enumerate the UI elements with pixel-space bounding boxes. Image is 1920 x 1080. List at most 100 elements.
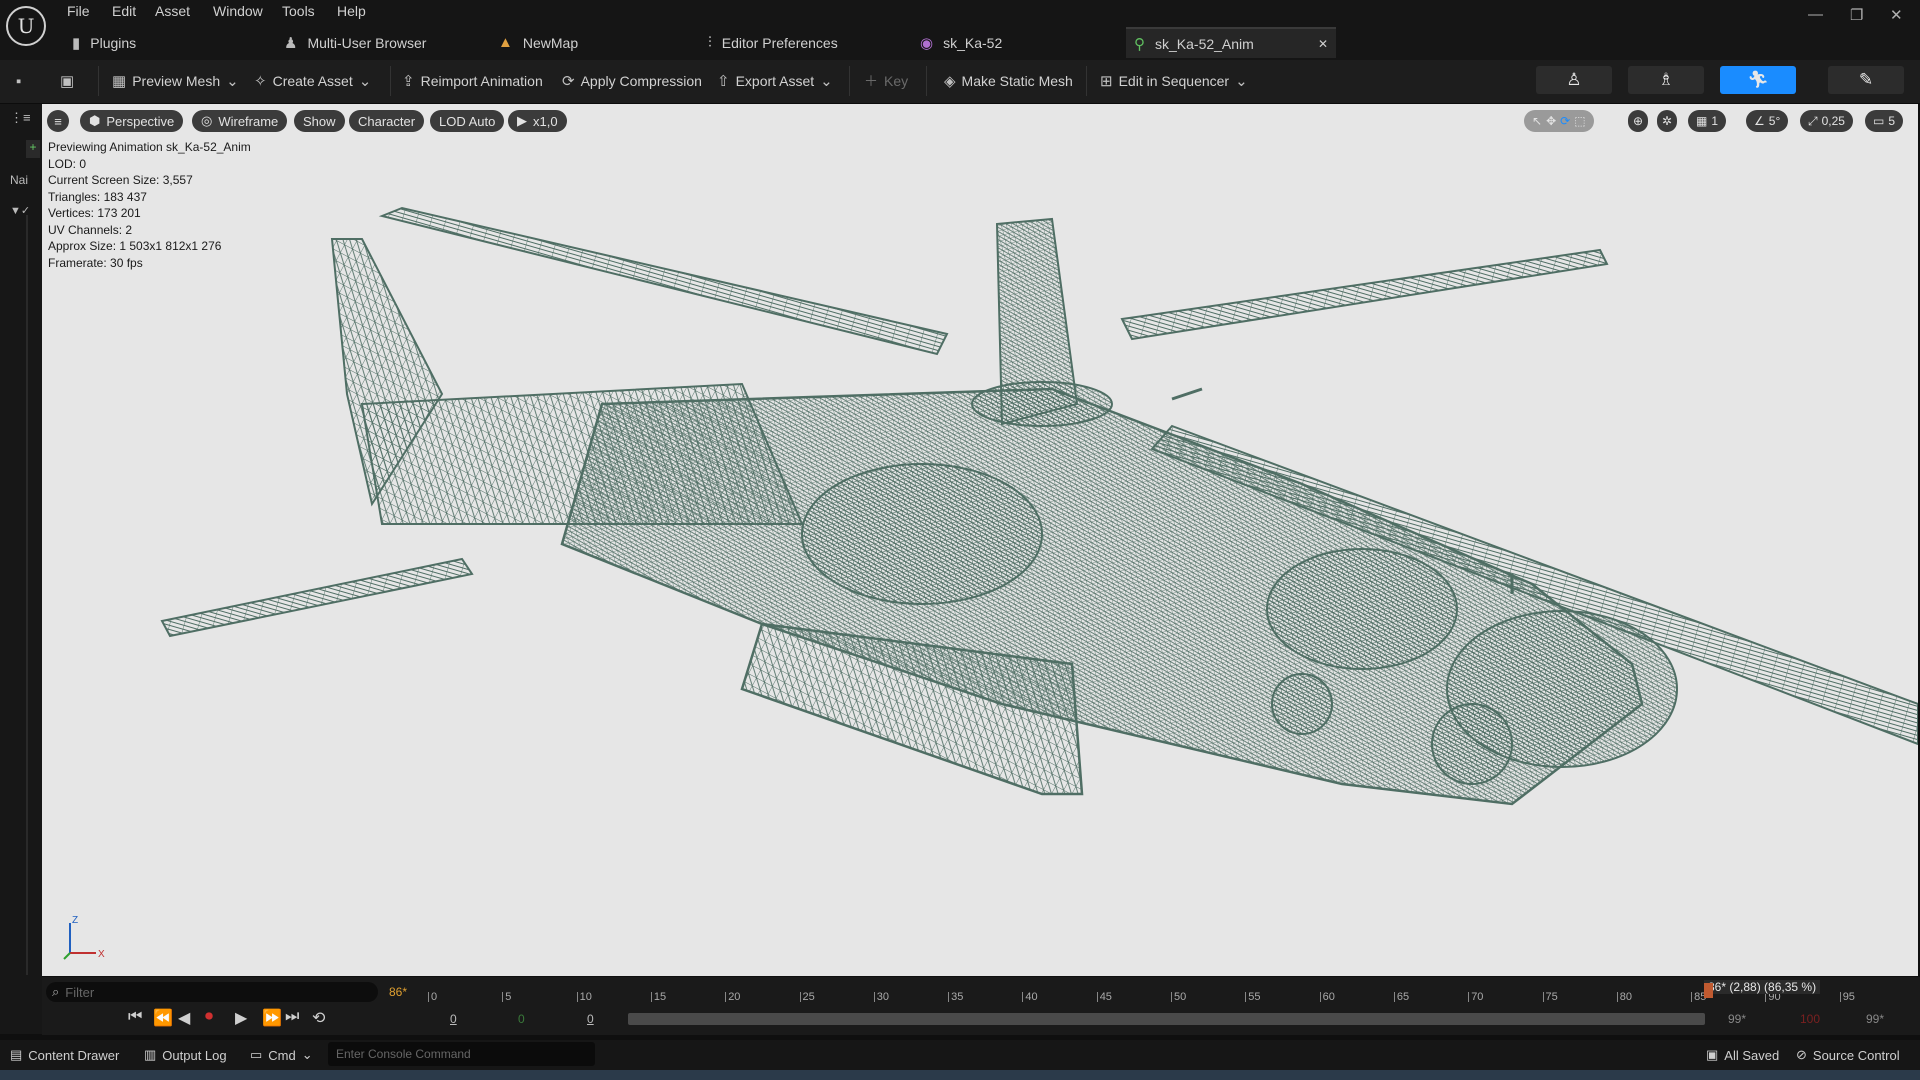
end-frame-field[interactable]: 99* [1728, 1012, 1746, 1026]
playrate-button[interactable]: ▶ x1,0 [508, 110, 567, 132]
add-icon[interactable]: + [26, 140, 40, 158]
restore-icon[interactable]: ❐ [1850, 6, 1863, 24]
menu-asset[interactable]: Asset [155, 3, 190, 19]
scale-snap-control[interactable]: ⤢ 0,25 [1800, 110, 1853, 132]
camera-speed-value: 5 [1888, 114, 1896, 128]
apply-compression-button[interactable]: ⟳ Apply Compression [562, 70, 702, 92]
menu-file[interactable]: File [67, 3, 90, 19]
filter-input[interactable]: ⌕ Filter [46, 982, 378, 1002]
rotate-icon[interactable]: ⟳ [1560, 114, 1570, 128]
chevron-down-icon: ⌄ [820, 73, 833, 90]
menu-help[interactable]: Help [337, 3, 366, 19]
timeline-tick-label: 0 [431, 991, 438, 1003]
blueprint-mode-button[interactable]: ✎ [1828, 66, 1904, 94]
tab-newmap[interactable]: ▲ NewMap [498, 27, 578, 58]
stat-line: Triangles: 183 437 [48, 190, 147, 204]
cmd-label: Cmd [268, 1047, 296, 1063]
export-asset-button[interactable]: ⇧ Export Asset ⌄ [717, 70, 833, 92]
cmd-dropdown[interactable]: ▭ Cmd ⌄ [250, 1047, 313, 1063]
playhead-marker[interactable] [1704, 983, 1713, 998]
move-icon[interactable]: ✥ [1546, 114, 1556, 128]
skeleton-mode-button[interactable]: ♙ [1536, 66, 1612, 94]
skip-to-start-icon[interactable]: ⏮ [128, 1008, 142, 1026]
step-back-icon[interactable]: ⏪ [153, 1008, 173, 1028]
preview-viewport[interactable] [42, 104, 1918, 976]
chevron-down-icon: ⌄ [301, 1047, 313, 1062]
tab-sk-ka-52[interactable]: ◉ sk_Ka-52 [920, 27, 1002, 58]
mesh-mode-button[interactable]: ♗ [1628, 66, 1704, 94]
tab-multi-user-browser[interactable]: ♟ Multi-User Browser [284, 27, 426, 58]
save-icon[interactable]: ▪ [16, 70, 21, 92]
viewport-menu-icon[interactable]: ≡ [47, 110, 69, 132]
menu-tools[interactable]: Tools [282, 3, 315, 19]
terminal-icon: ▭ [250, 1047, 263, 1062]
animation-mode-button[interactable]: 🏃︎ [1720, 66, 1796, 94]
loop-icon[interactable]: ⟲ [312, 1008, 325, 1028]
select-icon[interactable]: ↖ [1532, 114, 1542, 128]
scale-icon[interactable]: ⬚ [1574, 114, 1585, 128]
show-button[interactable]: Show [294, 110, 345, 132]
lod-button[interactable]: LOD Auto [430, 110, 505, 132]
timeline-tick-label: 75 [1545, 991, 1558, 1003]
transform-tools-group[interactable]: ↖ ✥ ⟳ ⬚ [1524, 110, 1594, 132]
step-forward-icon[interactable]: ⏩ [262, 1008, 282, 1028]
range-mid-field[interactable]: 0 [518, 1012, 525, 1026]
view-end-field[interactable]: 99* [1866, 1012, 1884, 1026]
record-icon[interactable]: ⏺ [205, 1008, 213, 1026]
playrate-label: x1,0 [533, 113, 558, 129]
stat-line: Framerate: 30 fps [48, 256, 143, 270]
content-drawer-button[interactable]: ▤ Content Drawer [10, 1047, 119, 1063]
camera-speed-control[interactable]: ▭ 5 [1865, 110, 1904, 132]
timeline-tick-mark [1022, 992, 1024, 1002]
tab-label: sk_Ka-52_Anim [1155, 35, 1254, 52]
create-asset-button[interactable]: ✧ Create Asset ⌄ [254, 70, 371, 92]
toolbar-divider [849, 66, 850, 96]
tab-label: Editor Preferences [721, 34, 838, 51]
console-input[interactable]: Enter Console Command [328, 1042, 595, 1066]
surface-snap-icon[interactable]: ✲ [1657, 110, 1678, 132]
skip-to-end-icon[interactable]: ⏭ [285, 1008, 299, 1026]
world-local-icon[interactable]: ⊕ [1628, 110, 1649, 132]
tab-editor-preferences[interactable]: ⫶ Editor Preferences [708, 27, 838, 58]
timeline-scrollbar[interactable] [628, 1013, 1705, 1025]
close-tab-icon[interactable]: ✕ [1318, 37, 1328, 51]
play-reverse-icon[interactable]: ◀ [178, 1008, 190, 1028]
browse-icon[interactable]: ▣ [60, 70, 74, 92]
output-log-button[interactable]: ▥ Output Log [144, 1047, 227, 1063]
play-icon[interactable]: ▶ [235, 1008, 247, 1028]
range-end-field[interactable]: 0 [587, 1012, 594, 1026]
reimport-icon: ⇪ [402, 73, 415, 90]
character-button[interactable]: Character [349, 110, 425, 132]
key-button[interactable]: ＋ Key [864, 70, 908, 92]
all-saved-button[interactable]: ▣ All Saved [1706, 1047, 1779, 1063]
timeline-tick-label: 20 [728, 991, 741, 1003]
all-saved-label: All Saved [1724, 1047, 1780, 1063]
menu-edit[interactable]: Edit [112, 3, 136, 19]
timeline-tick-mark [428, 992, 429, 1002]
tab-sk-ka-52-anim[interactable]: ⚲ sk_Ka-52_Anim ✕ [1126, 27, 1336, 58]
minimize-icon[interactable]: — [1808, 6, 1823, 23]
timeline-tick-mark [1319, 992, 1321, 1002]
rotation-snap-control[interactable]: ∠ 5° [1746, 110, 1789, 132]
filter-placeholder: Filter [65, 984, 95, 1000]
camera-icon: ▭ [1873, 114, 1885, 128]
unreal-logo-icon[interactable]: U [6, 6, 46, 46]
range-start-field[interactable]: 0 [450, 1012, 457, 1026]
source-control-button[interactable]: ⊘ Source Control [1796, 1047, 1900, 1063]
menu-window[interactable]: Window [213, 3, 263, 19]
timeline-tick-label: 40 [1025, 991, 1038, 1003]
preview-mesh-button[interactable]: ▦ Preview Mesh ⌄ [112, 70, 239, 92]
wireframe-button[interactable]: ◎ Wireframe [192, 110, 288, 132]
reimport-animation-button[interactable]: ⇪ Reimport Animation [402, 70, 543, 92]
perspective-button[interactable]: ⬢ Perspective [80, 110, 184, 132]
tab-plugins[interactable]: ▮ Plugins [72, 27, 136, 58]
close-window-icon[interactable]: ✕ [1890, 6, 1903, 24]
lod-label: LOD Auto [439, 113, 496, 129]
timeline-ruler[interactable] [420, 979, 1910, 1001]
outliner-icon[interactable]: ⋮≡ [10, 110, 31, 126]
make-static-mesh-button[interactable]: ◈ Make Static Mesh [944, 70, 1073, 92]
stat-line: LOD: 0 [48, 157, 87, 171]
grid-snap-control[interactable]: ▦ 1 [1688, 110, 1727, 132]
edit-in-sequencer-button[interactable]: ⊞ Edit in Sequencer ⌄ [1100, 70, 1248, 92]
out-frame-field[interactable]: 100 [1800, 1012, 1820, 1026]
